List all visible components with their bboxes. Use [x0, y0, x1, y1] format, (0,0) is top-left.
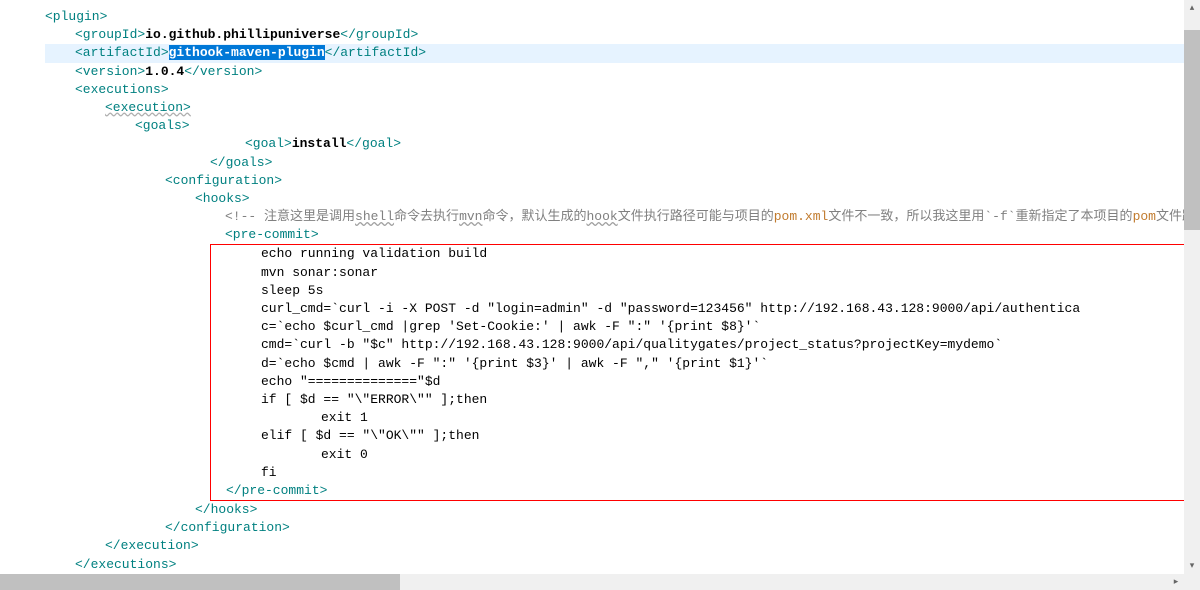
horizontal-scroll-thumb[interactable] [0, 574, 400, 590]
script-line: d=`echo $cmd | awk -F ":" '{print $3}' |… [211, 355, 1195, 373]
goals-open: <goals> [135, 118, 190, 133]
code-line: <goal>install</goal> [45, 135, 1200, 153]
code-line: </goals> [45, 154, 1200, 172]
comment-t5: 文件不一致，所以我这里用` [828, 209, 992, 224]
code-line: <groupId>io.github.phillipuniverse</grou… [45, 26, 1200, 44]
script-l11: elif [ $d == "\"OK\"" ];then [261, 428, 479, 443]
goals-close: </goals> [210, 155, 272, 170]
script-l12: exit 0 [321, 447, 368, 462]
comment-t3: 命令，默认生成的 [482, 209, 586, 224]
code-line: </execution> [45, 537, 1200, 555]
comment-pom2: pom [1133, 209, 1156, 224]
code-line: <execution> [45, 99, 1200, 117]
script-line: mvn sonar:sonar [211, 264, 1195, 282]
code-line-selected: <artifactId>githook-maven-plugin</artifa… [45, 44, 1200, 62]
comment-mvn: mvn [459, 209, 482, 224]
goal-close: </goal> [346, 136, 401, 151]
code-line: <configuration> [45, 172, 1200, 190]
code-line: <executions> [45, 81, 1200, 99]
script-line: fi [211, 464, 1195, 482]
execution-close: </execution> [105, 538, 199, 553]
vertical-scroll-thumb[interactable] [1184, 30, 1200, 230]
code-line: <version>1.0.4</version> [45, 63, 1200, 81]
comment-hook: hook [586, 209, 617, 224]
code-line: <hooks> [45, 190, 1200, 208]
script-line: if [ $d == "\"ERROR\"" ];then [211, 391, 1195, 409]
hooks-close: </hooks> [195, 502, 257, 517]
code-line-comment: <!-- 注意这里是调用shell命令去执行mvn命令，默认生成的hook文件执… [45, 208, 1200, 226]
script-line: curl_cmd=`curl -i -X POST -d "login=admi… [211, 300, 1195, 318]
script-line: sleep 5s [211, 282, 1195, 300]
script-line: echo "=============="$d [211, 373, 1195, 391]
goal-value: install [292, 136, 347, 151]
script-line: exit 1 [211, 409, 1195, 427]
version-open: <version> [75, 64, 145, 79]
script-l5: c=`echo $curl_cmd |grep 'Set-Cookie:' | … [261, 319, 760, 334]
code-line: </pre-commit> [211, 482, 1195, 500]
script-l3: sleep 5s [261, 283, 323, 298]
executions-open: <executions> [75, 82, 169, 97]
precommit-close: </pre-commit> [226, 483, 327, 498]
configuration-close: </configuration> [165, 520, 290, 535]
code-editor: <plugin> <groupId>io.github.phillipunive… [45, 8, 1200, 574]
scroll-right-arrow[interactable]: ▸ [1168, 574, 1184, 590]
hooks-open: <hooks> [195, 191, 250, 206]
script-l4: curl_cmd=`curl -i -X POST -d "login=admi… [261, 301, 1080, 316]
code-line: </configuration> [45, 519, 1200, 537]
artifactid-open: <artifactId> [75, 45, 169, 60]
code-line: <goals> [45, 117, 1200, 135]
comment-shell: shell [355, 209, 394, 224]
script-line: echo running validation build [211, 245, 1195, 263]
code-line: </hooks> [45, 501, 1200, 519]
execution-open: <execution> [105, 100, 191, 115]
code-line: <pre-commit> [45, 226, 1200, 244]
script-l2: mvn sonar:sonar [261, 265, 378, 280]
comment-t6: `重新指定了本项目的 [1008, 209, 1133, 224]
groupid-close: </groupId> [340, 27, 418, 42]
comment-t1: 注意这里是调用 [264, 209, 355, 224]
comment-t2: 命令去执行 [394, 209, 459, 224]
script-l9: if [ $d == "\"ERROR\"" ];then [261, 392, 487, 407]
script-l10: exit 1 [321, 410, 368, 425]
script-l7: d=`echo $cmd | awk -F ":" '{print $3}' |… [261, 356, 768, 371]
groupid-open: <groupId> [75, 27, 145, 42]
executions-close: </executions> [75, 557, 176, 572]
comment-t4: 文件执行路径可能与项目的 [618, 209, 774, 224]
script-l1: echo running validation build [261, 246, 487, 261]
artifactid-close: </artifactId> [325, 45, 426, 60]
script-line: cmd=`curl -b "$c" http://192.168.43.128:… [211, 336, 1195, 354]
script-line: exit 0 [211, 446, 1195, 464]
comment-start: <!-- [225, 209, 264, 224]
code-line: </executions> [45, 556, 1200, 574]
plugin-tag: <plugin> [45, 9, 107, 24]
artifactid-value: githook-maven-plugin [169, 45, 325, 60]
script-line: elif [ $d == "\"OK\"" ];then [211, 427, 1195, 445]
goal-open: <goal> [245, 136, 292, 151]
comment-flag: -f [992, 209, 1008, 224]
version-value: 1.0.4 [145, 64, 184, 79]
scroll-up-arrow[interactable]: ▴ [1184, 0, 1200, 16]
horizontal-scrollbar[interactable]: ▸ [0, 574, 1200, 590]
version-close: </version> [184, 64, 262, 79]
scroll-down-arrow[interactable]: ▾ [1184, 558, 1200, 574]
script-l13: fi [261, 465, 277, 480]
script-line: c=`echo $curl_cmd |grep 'Set-Cookie:' | … [211, 318, 1195, 336]
precommit-open: <pre-commit> [225, 227, 319, 242]
script-l8: echo "=============="$d [261, 374, 440, 389]
code-line: <plugin> [45, 8, 1200, 26]
comment-pom1: pom.xml [774, 209, 829, 224]
groupid-value: io.github.phillipuniverse [145, 27, 340, 42]
highlighted-script-box: echo running validation build mvn sonar:… [210, 244, 1200, 501]
vertical-scrollbar[interactable]: ▴ ▾ [1184, 0, 1200, 574]
configuration-open: <configuration> [165, 173, 282, 188]
script-l6: cmd=`curl -b "$c" http://192.168.43.128:… [261, 337, 1002, 352]
